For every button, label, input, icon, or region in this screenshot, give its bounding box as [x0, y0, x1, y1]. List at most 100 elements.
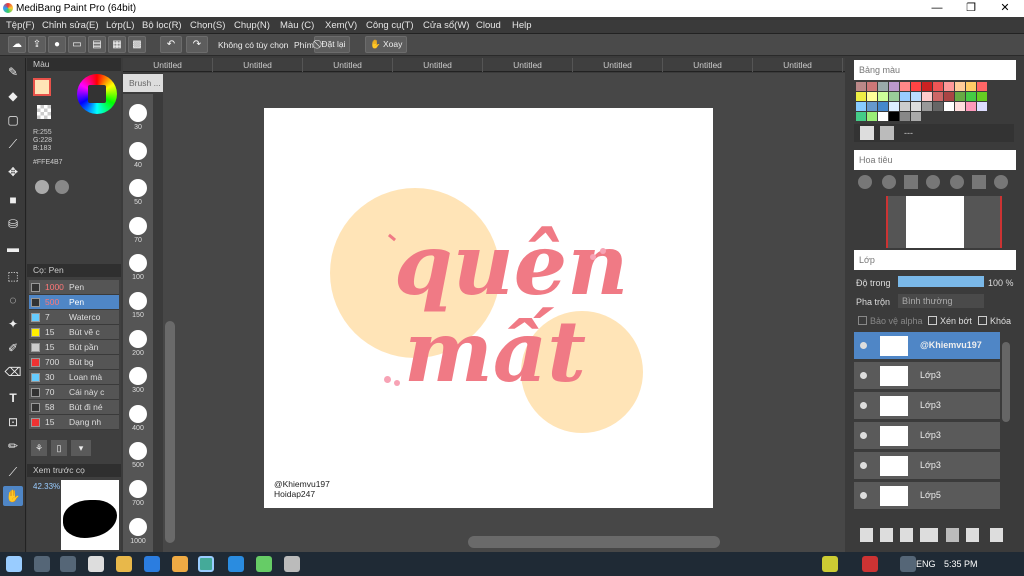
- palette-swatch[interactable]: [955, 102, 965, 111]
- brush-size-dot[interactable]: [129, 367, 147, 386]
- language-indicator[interactable]: ENG: [916, 559, 936, 569]
- layer-menu-icon[interactable]: [920, 528, 938, 542]
- tab-untitled-3[interactable]: Untitled: [303, 58, 393, 72]
- chat-icon[interactable]: ●: [48, 36, 66, 53]
- brush-size-dot[interactable]: [129, 141, 147, 160]
- palette-swatch[interactable]: [900, 92, 910, 101]
- brush-size-dot[interactable]: [129, 404, 147, 423]
- palette-swatch[interactable]: [955, 82, 965, 91]
- tab-untitled-8[interactable]: Untitled: [753, 58, 843, 72]
- layer-scrollbar[interactable]: [1002, 342, 1010, 422]
- merge-layer-icon[interactable]: [990, 528, 1003, 542]
- brush-tool-icon[interactable]: ✎: [3, 62, 23, 82]
- zoom-plus-icon[interactable]: [882, 175, 896, 189]
- foreground-color-swatch[interactable]: [33, 78, 51, 96]
- eyedropper-icon[interactable]: ⟋: [3, 462, 23, 482]
- blend-select[interactable]: Bình thường: [898, 294, 984, 308]
- tiles-icon[interactable]: ▩: [128, 36, 146, 53]
- brush-item[interactable]: 70 Cái này c: [29, 385, 119, 400]
- flip-icon[interactable]: [972, 175, 986, 189]
- drawing-canvas[interactable]: quên mất @Khiemvu197 Hoidap247: [264, 108, 713, 508]
- tab-untitled-6[interactable]: Untitled: [573, 58, 663, 72]
- magic-wand-icon[interactable]: ✦: [3, 314, 23, 334]
- palette-swatch[interactable]: [944, 102, 954, 111]
- visibility-icon[interactable]: [860, 492, 867, 499]
- redo-icon[interactable]: ↷: [186, 36, 208, 53]
- palette-swatch[interactable]: [966, 102, 976, 111]
- menu-filter[interactable]: Bộ lọc(R): [142, 20, 182, 31]
- menu-view[interactable]: Xem(V): [325, 20, 357, 31]
- palette-swatch[interactable]: [911, 82, 921, 91]
- new-palette-icon[interactable]: [860, 126, 874, 140]
- palette-swatch[interactable]: [933, 82, 943, 91]
- background-color-swatch[interactable]: [37, 105, 51, 119]
- palette-swatch[interactable]: [867, 102, 877, 111]
- rect-tool-icon[interactable]: ▢: [3, 110, 23, 130]
- upload-icon[interactable]: ⇪: [28, 36, 46, 53]
- palette-swatch[interactable]: [977, 82, 987, 91]
- new-brush-icon[interactable]: ▯: [51, 440, 67, 456]
- zoom-in-icon[interactable]: [858, 175, 872, 189]
- palette-swatches[interactable]: [856, 82, 996, 122]
- fit-icon[interactable]: [904, 175, 918, 189]
- brush-size-dot[interactable]: [129, 517, 147, 536]
- clipping-checkbox[interactable]: [928, 316, 937, 325]
- divide-tool-icon[interactable]: ✏: [3, 436, 23, 456]
- brush-item[interactable]: 700 Bút bg: [29, 355, 119, 370]
- brush-size-dot[interactable]: [129, 292, 147, 310]
- document-icon[interactable]: ▤: [88, 36, 106, 53]
- brush-size-dot[interactable]: [129, 254, 147, 273]
- tray-icon-1[interactable]: [822, 556, 838, 572]
- palette-swatch[interactable]: [933, 102, 943, 111]
- brush-size-dot[interactable]: [129, 104, 147, 122]
- palette-swatch[interactable]: [867, 82, 877, 91]
- maximize-button[interactable]: ❐: [954, 0, 988, 17]
- palette-swatch[interactable]: [955, 92, 965, 101]
- brush-size-dot[interactable]: [129, 216, 147, 235]
- palette-swatch[interactable]: [944, 82, 954, 91]
- messenger-icon[interactable]: [144, 556, 160, 572]
- palette-swatch[interactable]: [922, 102, 932, 111]
- palette-swatch[interactable]: [889, 112, 899, 121]
- palette-swatch[interactable]: [856, 102, 866, 111]
- layer-row[interactable]: Lớp3: [854, 422, 1000, 450]
- palette-swatch[interactable]: [856, 92, 866, 101]
- add-brush-icon[interactable]: ⚘: [31, 440, 47, 456]
- grid-icon[interactable]: ▦: [108, 36, 126, 53]
- palette-swatch[interactable]: [878, 102, 888, 111]
- menu-window[interactable]: Cửa sổ(W): [423, 20, 469, 31]
- brush-menu-icon[interactable]: ▾: [71, 440, 91, 456]
- delete-layer-icon[interactable]: [946, 528, 959, 542]
- palette-swatch[interactable]: [977, 92, 987, 101]
- palette-swatch[interactable]: [878, 82, 888, 91]
- palette-swatch[interactable]: [911, 112, 921, 121]
- chrome-icon[interactable]: [172, 556, 188, 572]
- palette-swatch[interactable]: [878, 92, 888, 101]
- eraser-tool-icon[interactable]: ◆: [3, 86, 23, 106]
- brush-item[interactable]: 15 Dạng nh: [29, 415, 119, 430]
- palette-swatch[interactable]: [911, 92, 921, 101]
- undo-icon[interactable]: ↶: [160, 36, 182, 53]
- brush-item[interactable]: 30 Loan mà: [29, 370, 119, 385]
- minimize-button[interactable]: —: [920, 0, 954, 17]
- lock-checkbox[interactable]: [978, 316, 987, 325]
- menu-help[interactable]: Help: [512, 20, 532, 31]
- brush-item[interactable]: 15 Bút vẽ c: [29, 325, 119, 340]
- fill-rect-tool-icon[interactable]: ■: [3, 190, 23, 210]
- menu-file[interactable]: Tệp(F): [6, 20, 35, 31]
- visibility-icon[interactable]: [860, 432, 867, 439]
- search-icon[interactable]: [34, 556, 50, 572]
- palette-swatch[interactable]: [944, 92, 954, 101]
- horizontal-scrollbar[interactable]: [468, 536, 720, 548]
- palette-swatch[interactable]: [933, 92, 943, 101]
- reset-button[interactable]: ⃠ Đặt lại: [314, 36, 351, 53]
- tab-untitled-7[interactable]: Untitled: [663, 58, 753, 72]
- brush-size-dot[interactable]: [129, 179, 147, 198]
- select-tool-icon[interactable]: ⬚: [3, 266, 23, 286]
- palette-swatch[interactable]: [867, 112, 877, 121]
- store-icon[interactable]: [88, 556, 104, 572]
- menu-color[interactable]: Màu (C): [280, 20, 314, 31]
- palette-icon[interactable]: [35, 180, 49, 194]
- rotate-left-icon[interactable]: [950, 175, 964, 189]
- palette-swatch[interactable]: [856, 112, 866, 121]
